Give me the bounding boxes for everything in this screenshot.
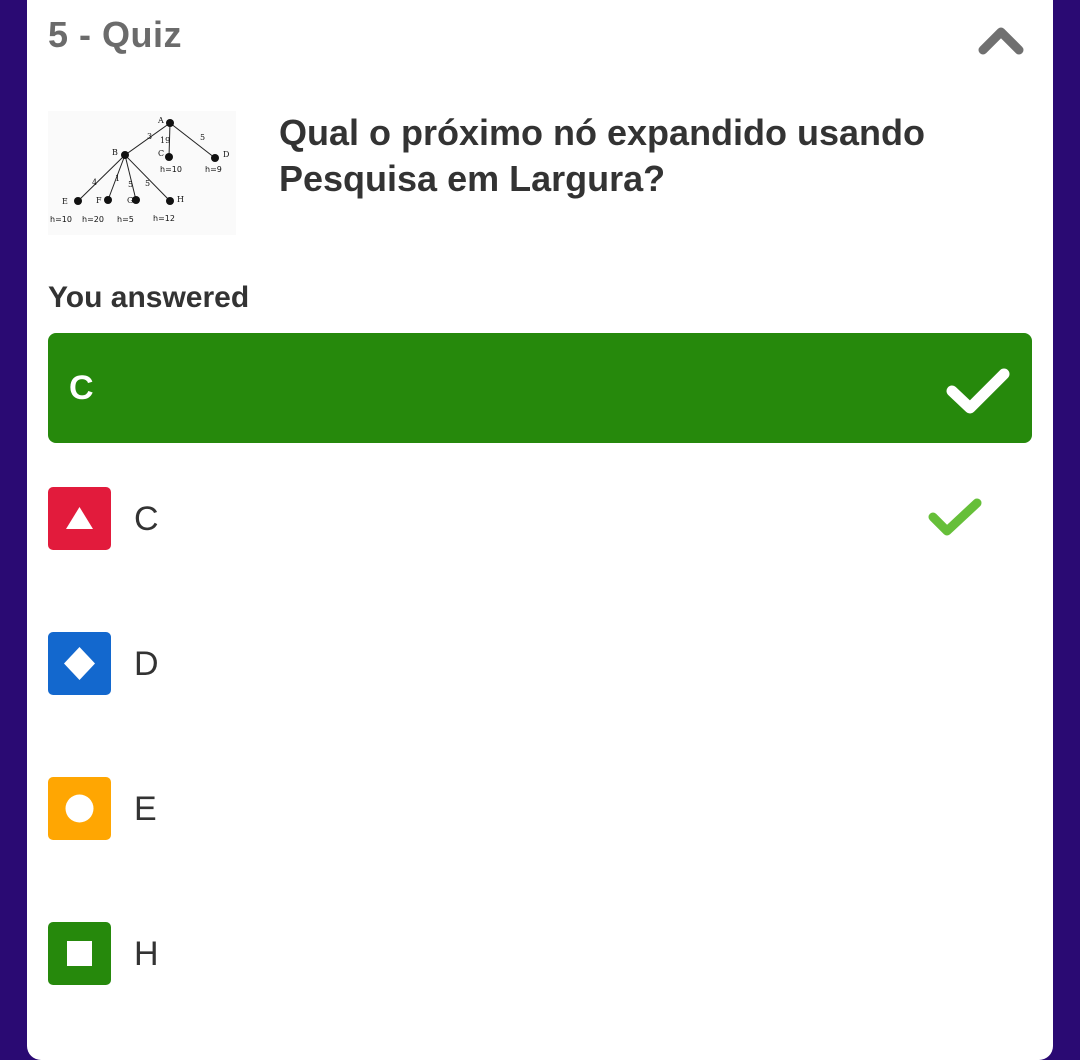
option-d[interactable]: D: [48, 632, 1032, 696]
option-label: H: [134, 935, 159, 973]
heuristic-label: h=10: [50, 215, 72, 224]
option-c[interactable]: C: [48, 487, 1032, 551]
node-h-label: H: [177, 195, 184, 204]
check-icon: [928, 498, 982, 536]
node-d-label: D: [223, 150, 229, 159]
selected-answer-box: C: [48, 333, 1032, 443]
node-e-label: E: [62, 197, 68, 206]
check-icon: [946, 368, 1010, 414]
circle-icon: [48, 777, 111, 840]
question-text: Qual o próximo nó expandido usando Pesqu…: [279, 112, 926, 199]
edge-weight: 1: [115, 174, 120, 183]
heuristic-label: h=10: [160, 165, 182, 174]
node-f-label: F: [96, 196, 102, 205]
edge-weight: 19: [160, 136, 170, 145]
node-a-label: A: [157, 116, 164, 125]
edge-weight: 5: [128, 180, 133, 189]
option-label: E: [134, 790, 157, 828]
option-e[interactable]: E: [48, 777, 1032, 841]
edge-weight: 5: [200, 133, 205, 142]
chevron-up-icon: [978, 27, 1024, 55]
node-c-label: C: [158, 149, 164, 158]
triangle-icon: [48, 487, 111, 550]
edge-weight: 5: [145, 179, 150, 188]
collapse-button[interactable]: [975, 20, 1027, 60]
square-icon: [48, 922, 111, 985]
selected-answer-text: C: [69, 369, 94, 407]
edge-weight: 3: [147, 132, 152, 141]
diamond-icon: [48, 632, 111, 695]
option-label: C: [134, 500, 159, 538]
heuristic-label: h=9: [205, 165, 222, 174]
node-b-label: B: [112, 148, 118, 157]
option-h[interactable]: H: [48, 922, 1032, 986]
heuristic-label: h=5: [117, 215, 134, 224]
heuristic-label: h=20: [82, 215, 104, 224]
search-tree-diagram: A B C D E F G H 3 19 5 4 1 5 5 h=10 h=9 …: [48, 111, 236, 235]
question-image: A B C D E F G H 3 19 5 4 1 5 5 h=10 h=9 …: [48, 111, 236, 235]
quiz-title: 5 - Quiz: [48, 14, 183, 55]
heuristic-label: h=12: [153, 214, 175, 223]
option-label: D: [134, 645, 159, 683]
quiz-card: 5 - Quiz A B C D E F G H 3 19 5 4 1 5 5 …: [27, 0, 1053, 1060]
edge-weight: 4: [92, 178, 97, 187]
you-answered-label: You answered: [48, 281, 250, 314]
node-g-label: G: [127, 196, 133, 205]
